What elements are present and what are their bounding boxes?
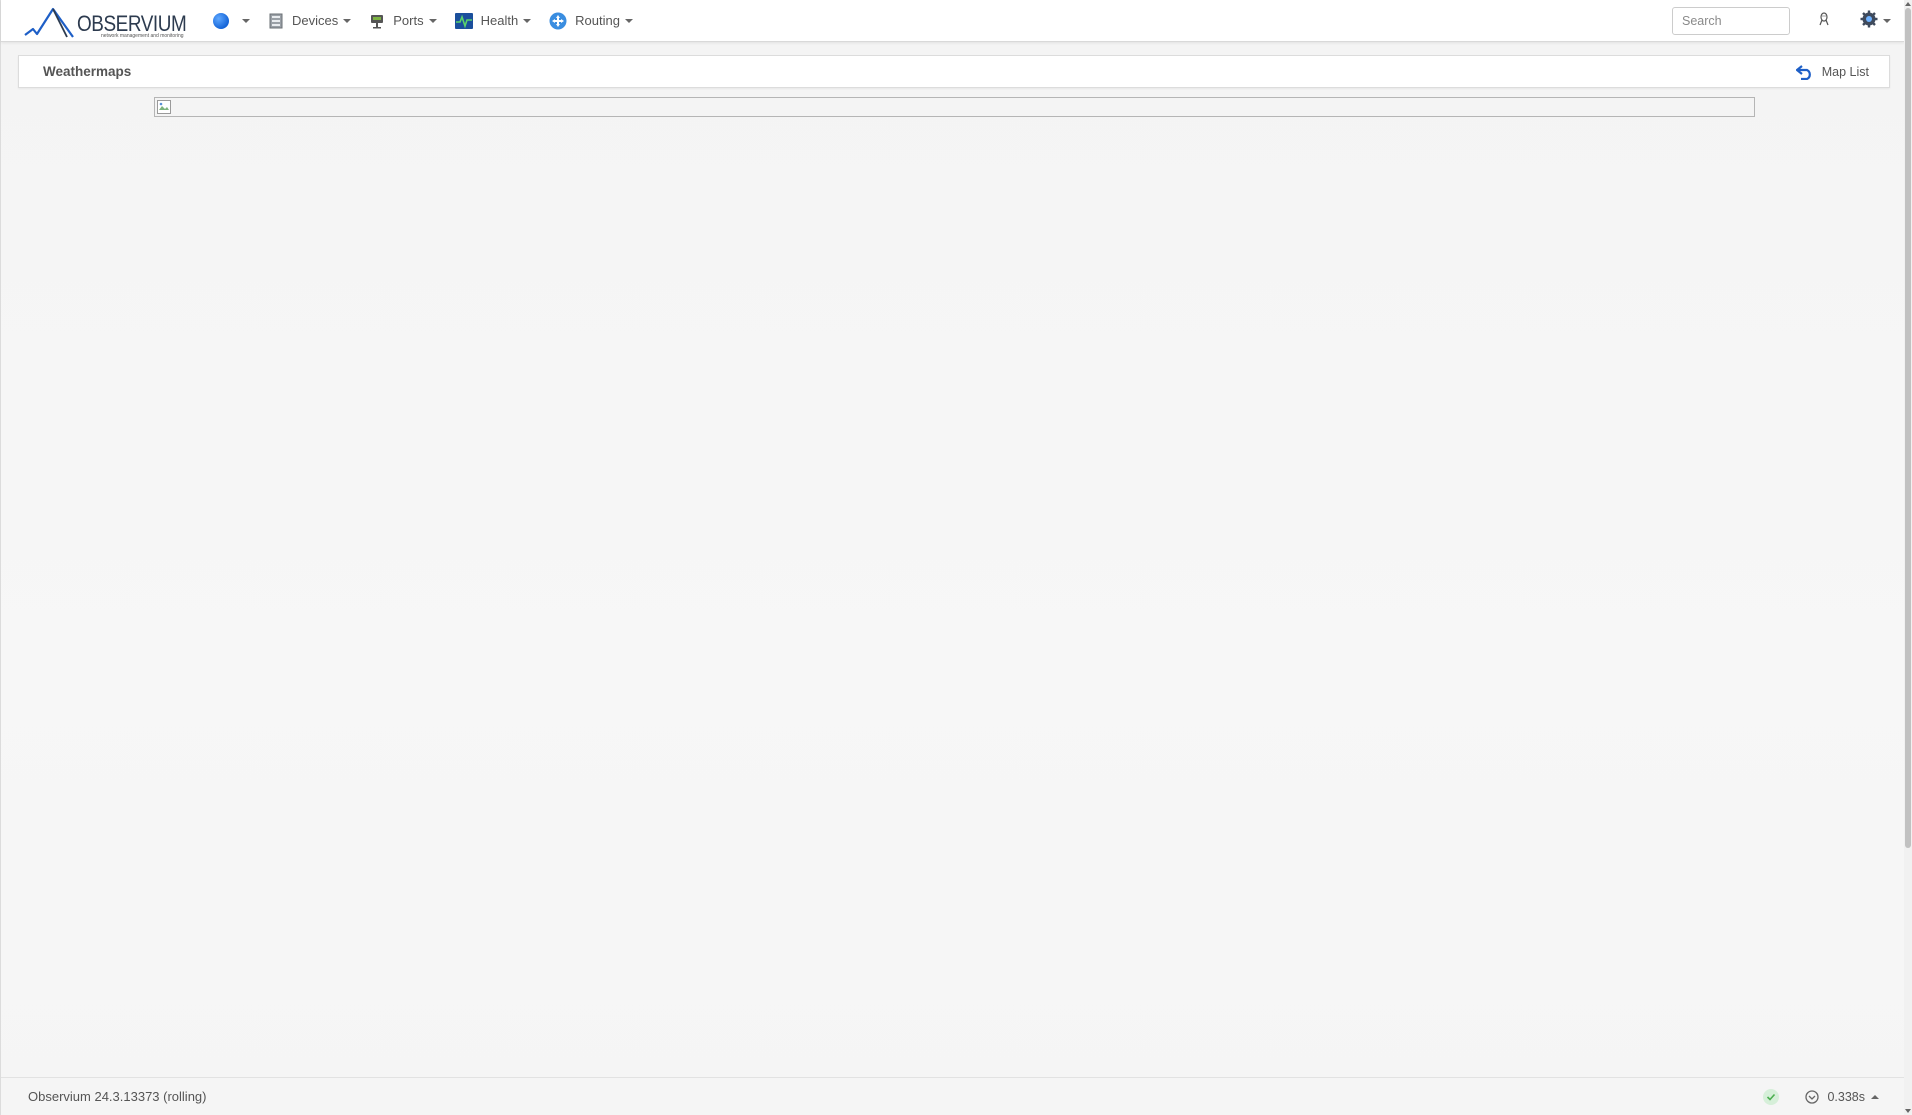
caret-down-icon bbox=[523, 18, 532, 23]
linux-icon bbox=[1818, 12, 1830, 29]
vertical-scrollbar[interactable] bbox=[1904, 0, 1912, 1115]
timing-menu[interactable]: 0.338s bbox=[1805, 1090, 1879, 1104]
observium-logo-icon bbox=[24, 7, 74, 38]
clock-icon bbox=[1805, 1089, 1820, 1104]
routing-icon bbox=[549, 12, 567, 30]
scroll-up-icon[interactable] bbox=[1905, 2, 1911, 6]
caret-down-icon bbox=[428, 18, 437, 23]
brand-logo[interactable]: OBSERVIUM network management and monitor… bbox=[23, 5, 188, 39]
map-list-label: Map List bbox=[1821, 64, 1869, 79]
search-input[interactable] bbox=[1672, 6, 1790, 35]
nav-routing[interactable]: Routing bbox=[540, 0, 642, 42]
brand-tagline: network management and monitoring bbox=[101, 32, 184, 39]
nav-ports[interactable]: Ports bbox=[360, 0, 445, 42]
devices-icon bbox=[268, 13, 284, 29]
page-title: Weathermaps bbox=[43, 64, 132, 79]
nav-health-label: Health bbox=[480, 13, 519, 28]
caret-down-icon bbox=[1883, 18, 1891, 23]
navbar-right bbox=[1672, 0, 1905, 42]
settings-menu[interactable] bbox=[1842, 0, 1905, 42]
timing-value: 0.338s bbox=[1827, 1089, 1865, 1104]
gear-icon bbox=[1860, 10, 1878, 31]
caret-down-icon bbox=[624, 18, 633, 23]
page-header: Weathermaps Map List bbox=[18, 55, 1890, 88]
weathermap-image bbox=[154, 97, 1755, 117]
ports-icon bbox=[369, 13, 385, 29]
footer: Observium 24.3.13373 (rolling) 0.338s bbox=[1, 1077, 1905, 1115]
nav-ports-label: Ports bbox=[393, 13, 424, 28]
top-navbar: OBSERVIUM network management and monitor… bbox=[1, 0, 1905, 42]
nav-globe-menu[interactable] bbox=[204, 0, 259, 42]
footer-right: 0.338s bbox=[1763, 1088, 1879, 1105]
linux-menu[interactable] bbox=[1806, 0, 1842, 42]
nav-routing-label: Routing bbox=[575, 13, 620, 28]
version-text: Observium 24.3.13373 (rolling) bbox=[28, 1089, 207, 1104]
page: OBSERVIUM network management and monitor… bbox=[0, 0, 1912, 1115]
status-ok-icon[interactable] bbox=[1763, 1088, 1780, 1105]
nav-devices[interactable]: Devices bbox=[259, 0, 360, 42]
undo-arrow-icon bbox=[1795, 64, 1811, 80]
broken-image-icon bbox=[157, 100, 171, 114]
nav-health[interactable]: Health bbox=[446, 0, 541, 42]
caret-down-icon bbox=[242, 18, 250, 23]
scrollbar-thumb[interactable] bbox=[1905, 8, 1911, 848]
caret-up-icon bbox=[1871, 1094, 1879, 1099]
nav-devices-label: Devices bbox=[292, 13, 339, 28]
caret-down-icon bbox=[343, 18, 352, 23]
map-list-button[interactable]: Map List bbox=[1795, 64, 1869, 80]
health-icon bbox=[454, 12, 473, 29]
scroll-down-icon[interactable] bbox=[1905, 1109, 1911, 1113]
globe-icon bbox=[213, 12, 229, 29]
